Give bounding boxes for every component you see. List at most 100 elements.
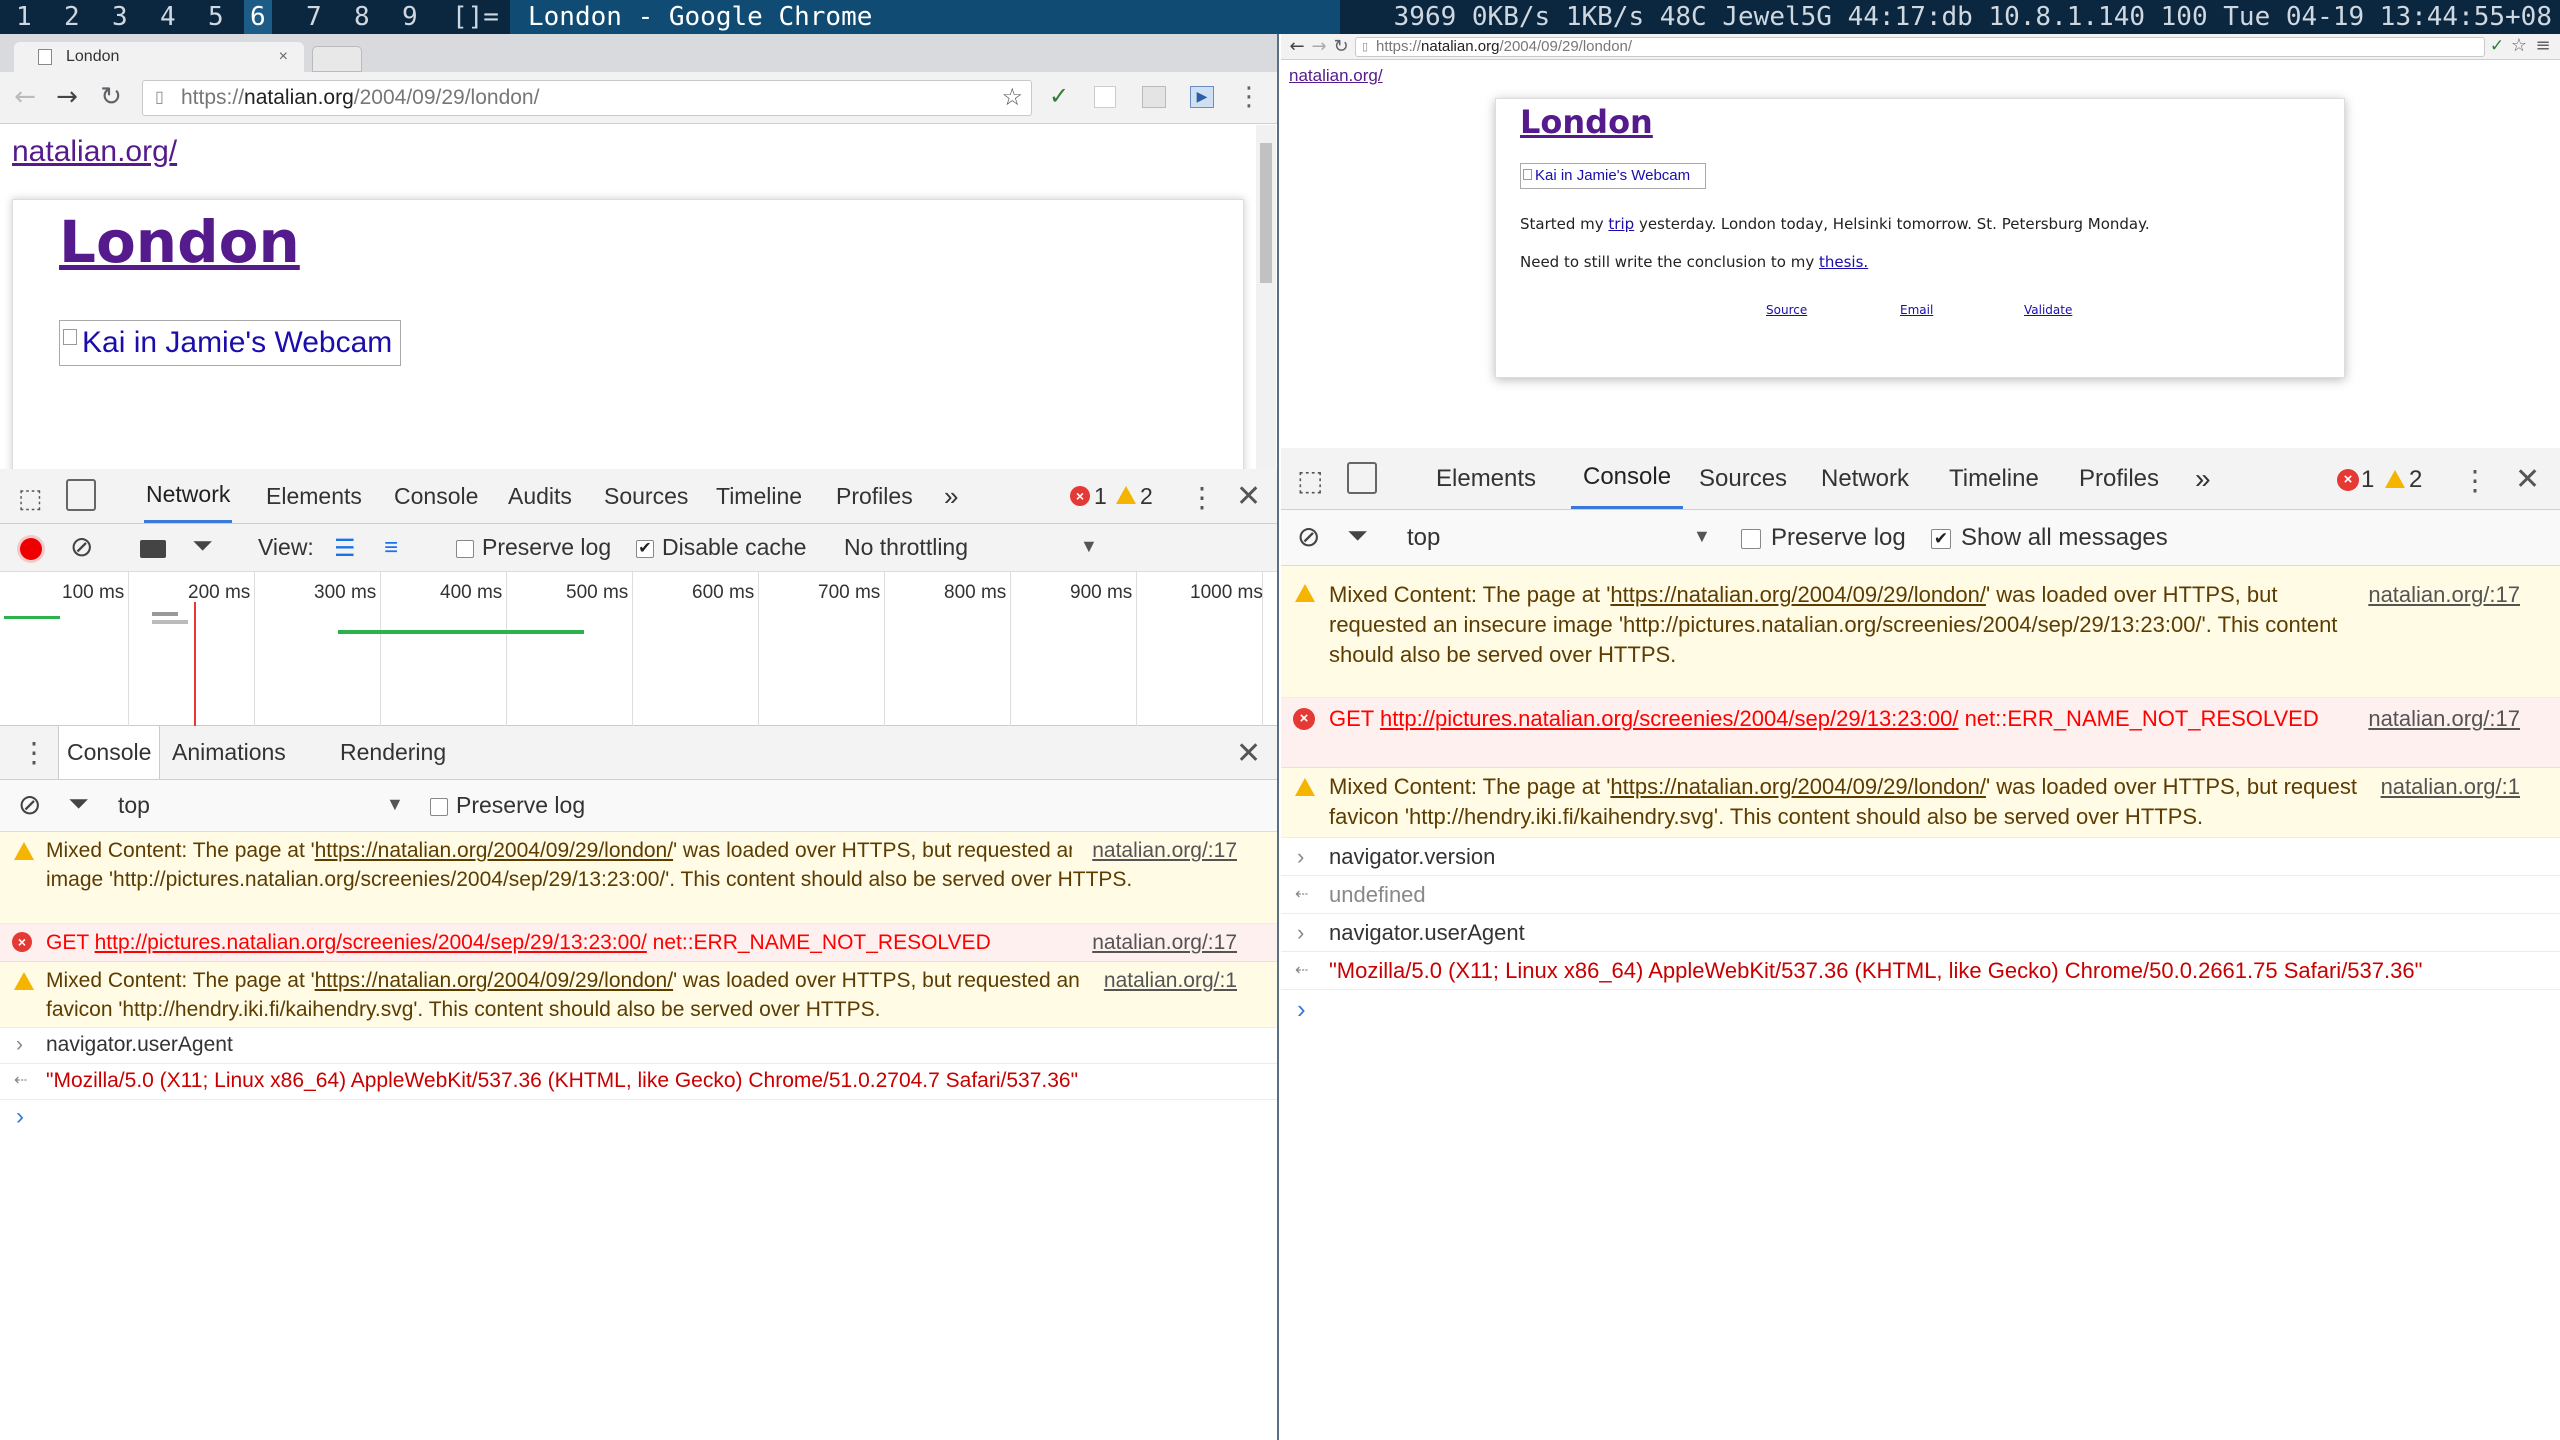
close-tab-icon[interactable]: ×	[279, 42, 288, 72]
workspace-7[interactable]: 7	[300, 0, 328, 34]
workspace-3[interactable]: 3	[106, 0, 134, 34]
message-source-link[interactable]: natalian.org/:1	[1083, 966, 1237, 995]
close-drawer-icon[interactable]: ✕	[1236, 736, 1261, 771]
tab-profiles[interactable]: Profiles	[2077, 448, 2161, 509]
clear-console-icon[interactable]: ⊘	[1297, 520, 1320, 553]
warning-count-icon[interactable]	[2385, 470, 2405, 488]
page-heading-link[interactable]: London	[59, 208, 300, 276]
console-warning[interactable]: Mixed Content: The page at 'https://nata…	[1281, 566, 2560, 698]
message-link[interactable]: https://natalian.org/2004/09/29/london/	[315, 839, 673, 862]
drawer-tab-console[interactable]: Console	[58, 726, 161, 779]
message-link[interactable]: http://pictures.natalian.org/screenies/2…	[1380, 706, 1959, 731]
inspect-element-icon[interactable]: ⬚	[18, 483, 43, 514]
console-preserve-log-checkbox[interactable]	[1741, 528, 1761, 549]
show-all-messages-checkbox[interactable]: ✔	[1931, 528, 1951, 549]
more-tabs-icon[interactable]: »	[2193, 448, 2213, 509]
console-preserve-log-toggle[interactable]: Preserve log	[1741, 524, 1906, 552]
layout-indicator[interactable]: []=	[446, 0, 505, 34]
home-link[interactable]: natalian.org/	[1289, 66, 1383, 86]
tab-profiles[interactable]: Profiles	[834, 469, 915, 523]
warning-count[interactable]: 2	[2409, 466, 2422, 494]
broken-image[interactable]: Kai in Jamie's Webcam	[59, 320, 401, 366]
broken-image[interactable]: Kai in Jamie's Webcam	[1520, 163, 1706, 189]
console-result-entry[interactable]: ⇠ "Mozilla/5.0 (X11; Linux x86_64) Apple…	[1281, 952, 2560, 990]
console-warning[interactable]: Mixed Content: The page at 'https://nata…	[0, 962, 1277, 1028]
close-devtools-icon[interactable]: ✕	[1236, 479, 1261, 514]
tab-console[interactable]: Console	[1571, 448, 1684, 509]
large-rows-icon[interactable]: ☰	[334, 534, 356, 563]
source-link[interactable]: Source	[1766, 303, 1807, 317]
workspace-5[interactable]: 5	[202, 0, 230, 34]
extension-grid-icon[interactable]	[1142, 86, 1166, 108]
console-error[interactable]: × GET http://pictures.natalian.org/scree…	[1281, 698, 2560, 768]
console-result-entry[interactable]: ⇠ undefined	[1281, 876, 2560, 914]
workspace-2[interactable]: 2	[58, 0, 86, 34]
console-error[interactable]: × GET http://pictures.natalian.org/scree…	[0, 924, 1277, 962]
error-count[interactable]: 1	[1094, 483, 1107, 510]
warning-count-icon[interactable]	[1116, 486, 1136, 504]
tab-timeline[interactable]: Timeline	[714, 469, 804, 523]
more-tabs-icon[interactable]: »	[942, 469, 960, 523]
context-dropdown-icon[interactable]: ▼	[386, 794, 404, 815]
tab-timeline[interactable]: Timeline	[1947, 448, 2041, 509]
inspect-element-icon[interactable]: ⬚	[1297, 464, 1323, 497]
throttling-select[interactable]: No throttling	[844, 534, 968, 561]
tab-sources[interactable]: Sources	[602, 469, 690, 523]
console-warning[interactable]: Mixed Content: The page at 'https://nata…	[0, 832, 1277, 924]
devtools-menu-icon[interactable]: ⋮	[1188, 481, 1216, 514]
close-devtools-icon[interactable]: ✕	[2515, 462, 2540, 497]
overview-icon[interactable]: ≡	[384, 534, 398, 562]
device-mode-icon[interactable]	[66, 479, 96, 511]
tab-sources[interactable]: Sources	[1697, 448, 1789, 509]
extension-blank-icon[interactable]	[1094, 86, 1116, 108]
tab-elements[interactable]: Elements	[1434, 448, 1538, 509]
page-info-icon[interactable]: ▯	[1362, 38, 1368, 56]
extension-check-icon[interactable]: ✓	[1044, 82, 1074, 110]
throttling-dropdown-icon[interactable]: ▼	[1080, 536, 1098, 557]
tab-audits[interactable]: Audits	[506, 469, 574, 523]
disable-cache-toggle[interactable]: ✔ Disable cache	[636, 534, 806, 561]
console-prompt[interactable]: ›	[1281, 990, 2560, 1030]
message-link[interactable]: http://pictures.natalian.org/screenies/2…	[95, 931, 647, 954]
reload-icon[interactable]: ↻	[96, 82, 126, 112]
message-source-link[interactable]: natalian.org/:17	[1072, 928, 1237, 958]
clear-icon[interactable]: ⊘	[70, 530, 93, 563]
console-warning[interactable]: Mixed Content: The page at 'https://nata…	[1281, 768, 2560, 838]
capture-screenshots-icon[interactable]	[140, 540, 166, 558]
workspace-8[interactable]: 8	[348, 0, 376, 34]
thesis-link[interactable]: thesis.	[1819, 253, 1868, 271]
context-select[interactable]: top	[118, 792, 150, 819]
tab-network[interactable]: Network	[1819, 448, 1911, 509]
console-filter-icon[interactable]: ⏷	[1347, 520, 1368, 552]
address-bar[interactable]: ▯ https://natalian.org/2004/09/29/london…	[1355, 37, 2485, 57]
tab-network[interactable]: Network	[144, 469, 233, 523]
trip-link[interactable]: trip	[1608, 215, 1634, 233]
error-count-icon[interactable]: ×	[1070, 486, 1090, 506]
message-source-link[interactable]: natalian.org/:17	[1072, 836, 1237, 865]
console-preserve-log-toggle[interactable]: Preserve log	[430, 792, 585, 819]
back-icon[interactable]: ←	[10, 82, 40, 112]
back-icon[interactable]: ←	[1287, 36, 1307, 57]
preserve-log-toggle[interactable]: Preserve log	[456, 534, 611, 561]
tab-london[interactable]: London ×	[14, 42, 304, 72]
new-tab-button[interactable]	[312, 46, 362, 72]
drawer-tab-animations[interactable]: Animations	[170, 726, 288, 779]
drawer-tab-rendering[interactable]: Rendering	[338, 726, 448, 779]
home-link[interactable]: natalian.org/	[12, 135, 177, 169]
menu-icon[interactable]: ≡	[2533, 35, 2553, 56]
record-icon[interactable]	[20, 538, 42, 560]
context-select[interactable]: top	[1407, 524, 1440, 552]
error-count-icon[interactable]: ×	[2337, 469, 2359, 491]
clear-console-icon[interactable]: ⊘	[18, 788, 41, 821]
preserve-log-checkbox[interactable]	[456, 539, 474, 558]
workspace-1[interactable]: 1	[10, 0, 38, 34]
console-result-entry[interactable]: ⇠ "Mozilla/5.0 (X11; Linux x86_64) Apple…	[0, 1064, 1277, 1100]
message-link[interactable]: https://natalian.org/2004/09/29/london/	[1610, 582, 1986, 607]
tab-elements[interactable]: Elements	[264, 469, 364, 523]
context-dropdown-icon[interactable]: ▼	[1693, 526, 1711, 547]
page-info-icon[interactable]: ▯	[155, 81, 164, 115]
console-preserve-log-checkbox[interactable]	[430, 797, 448, 816]
bookmark-star-icon[interactable]: ☆	[2509, 35, 2529, 56]
message-source-link[interactable]: natalian.org/:17	[2368, 580, 2520, 610]
show-all-messages-toggle[interactable]: ✔ Show all messages	[1931, 524, 2168, 552]
